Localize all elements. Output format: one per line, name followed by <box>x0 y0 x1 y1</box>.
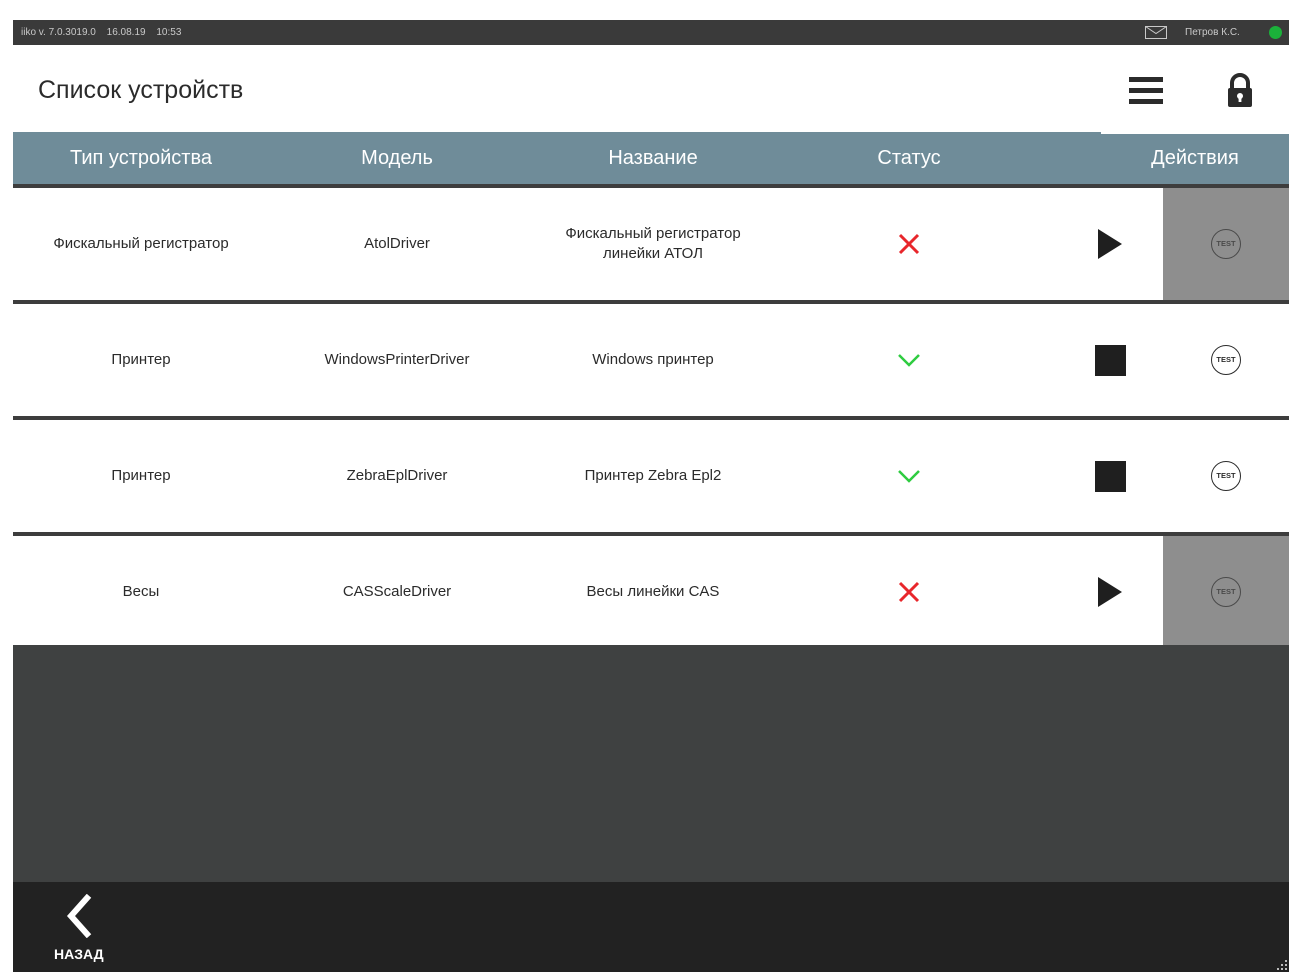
device-name-line1: Фискальный регистратор <box>565 225 741 242</box>
table-header: Тип устройства Модель Название Статус Де… <box>13 132 1289 184</box>
column-header-model: Модель <box>361 147 433 169</box>
device-name: Фискальный регистратор линейки АТОЛ <box>525 188 781 300</box>
current-user: Петров К.С. <box>1185 27 1240 38</box>
stop-button[interactable] <box>1094 460 1126 492</box>
start-button[interactable] <box>1098 577 1122 607</box>
device-status <box>781 188 1037 300</box>
test-cell: TEST <box>1163 536 1289 648</box>
column-header-type: Тип устройства <box>70 147 212 169</box>
test-button[interactable]: TEST <box>1211 461 1241 491</box>
table-row[interactable]: Весы CASScaleDriver Весы линейки CAS TES… <box>13 532 1289 648</box>
device-model: AtolDriver <box>364 235 430 252</box>
action-cell <box>1037 536 1183 648</box>
device-name: Windows принтер <box>592 351 714 368</box>
device-status <box>781 304 1037 416</box>
hamburger-menu-icon[interactable] <box>1129 77 1163 107</box>
ok-check-icon <box>898 354 920 367</box>
app-version: iiko v. 7.0.3019.0 <box>21 27 96 38</box>
test-button[interactable]: TEST <box>1211 345 1241 375</box>
device-type: Весы <box>122 583 160 600</box>
table-row[interactable]: Принтер WindowsPrinterDriver Windows при… <box>13 300 1289 416</box>
device-name: Весы линейки CAS <box>586 583 720 600</box>
device-model: WindowsPrinterDriver <box>324 351 470 368</box>
online-status-indicator <box>1269 26 1282 39</box>
empty-list-area <box>13 645 1289 882</box>
status-date: 16.08.19 <box>106 27 146 38</box>
device-type: Принтер <box>111 467 171 484</box>
resize-grip-icon[interactable] <box>1275 958 1287 970</box>
test-icon: TEST <box>1211 229 1241 259</box>
error-cross-icon <box>898 581 920 603</box>
error-cross-icon <box>898 233 920 255</box>
version-info: iiko v. 7.0.3019.0 16.08.19 10:53 <box>21 27 189 38</box>
ok-check-icon <box>898 470 920 483</box>
device-name-line2: линейки АТОЛ <box>603 245 703 262</box>
device-type: Принтер <box>111 351 171 368</box>
action-cell <box>1037 188 1183 300</box>
chevron-left-icon <box>66 894 92 938</box>
action-cell <box>1037 420 1183 532</box>
mail-icon[interactable] <box>1145 26 1167 39</box>
action-cell <box>1037 304 1183 416</box>
table-row[interactable]: Фискальный регистратор AtolDriver Фискал… <box>13 184 1289 300</box>
device-table: Фискальный регистратор AtolDriver Фискал… <box>13 184 1289 648</box>
test-cell: TEST <box>1163 420 1289 532</box>
back-label: НАЗАД <box>54 946 104 962</box>
column-header-name: Название <box>608 147 698 169</box>
status-bar: iiko v. 7.0.3019.0 16.08.19 10:53 Петров… <box>13 20 1289 45</box>
header-divider <box>1101 132 1289 134</box>
start-button[interactable] <box>1098 229 1122 259</box>
device-model: CASScaleDriver <box>342 583 452 600</box>
device-model: ZebraEplDriver <box>346 467 448 484</box>
column-header-status: Статус <box>877 147 941 169</box>
lock-icon[interactable] <box>1225 73 1255 109</box>
device-list-window: iiko v. 7.0.3019.0 16.08.19 10:53 Петров… <box>13 20 1289 972</box>
page-header: Список устройств <box>13 45 1289 132</box>
back-button[interactable]: НАЗАД <box>51 894 113 964</box>
test-icon: TEST <box>1211 577 1241 607</box>
table-row[interactable]: Принтер ZebraEplDriver Принтер Zebra Epl… <box>13 416 1289 532</box>
test-cell: TEST <box>1163 188 1289 300</box>
device-name: Принтер Zebra Epl2 <box>584 467 722 484</box>
status-time: 10:53 <box>156 27 182 38</box>
device-status <box>781 420 1037 532</box>
device-type: Фискальный регистратор <box>53 235 229 252</box>
test-cell: TEST <box>1163 304 1289 416</box>
device-status <box>781 536 1037 648</box>
column-header-actions: Действия <box>1151 147 1239 169</box>
footer-bar: НАЗАД <box>13 882 1289 972</box>
page-title: Список устройств <box>38 76 244 104</box>
stop-button[interactable] <box>1094 344 1126 376</box>
